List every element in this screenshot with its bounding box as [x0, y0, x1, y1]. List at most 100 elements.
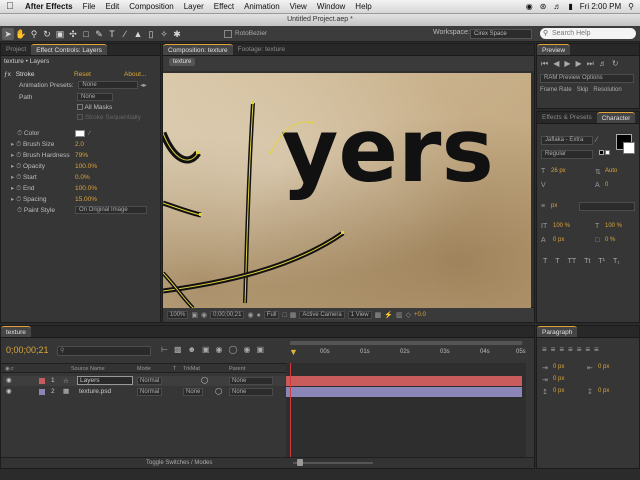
column-parent[interactable]: Parent	[229, 366, 245, 372]
zoom-slider-thumb[interactable]	[297, 459, 303, 466]
menu-layer[interactable]: Layer	[179, 2, 209, 11]
layer-mode-select[interactable]: Normal	[137, 377, 163, 385]
about-button[interactable]: About...	[124, 70, 146, 79]
disclosure-arrow-icon[interactable]: ▸	[11, 196, 14, 203]
status-icon[interactable]: ◉	[526, 2, 533, 11]
time-ruler[interactable]: 00s 01s 02s 03s 04s 05s ▼	[286, 339, 526, 363]
visibility-icon[interactable]: ◉	[6, 376, 12, 386]
comp-mini-flowchart-icon[interactable]: ⊢	[161, 345, 168, 354]
stopwatch-icon[interactable]: ⏱	[17, 130, 22, 137]
camera-select[interactable]: Active Camera	[299, 311, 345, 319]
justify-last-left-icon[interactable]: ≡	[568, 345, 573, 354]
disclosure-arrow-icon[interactable]: ▸	[11, 152, 14, 159]
column-source-name[interactable]: Source Name	[71, 366, 105, 372]
space-after-value[interactable]: 0 px	[598, 388, 609, 394]
search-help-input[interactable]: ⚲ Search Help	[540, 28, 636, 39]
draft-3d-icon[interactable]: ▩	[174, 345, 182, 354]
brush-tool-icon[interactable]: ∕	[119, 28, 131, 40]
snapshot-icon[interactable]: ◉	[201, 311, 207, 319]
rotobezier-checkbox[interactable]	[224, 29, 232, 38]
play-icon[interactable]: ▶	[564, 59, 570, 69]
clone-stamp-tool-icon[interactable]: ▲	[132, 28, 144, 40]
indent-left-value[interactable]: 0 px	[553, 364, 564, 370]
tab-footage[interactable]: Footage: texture	[233, 44, 290, 55]
mask-vertex[interactable]	[196, 151, 199, 154]
motion-blur-icon[interactable]: ◉	[216, 345, 223, 354]
apple-icon[interactable]: 	[0, 1, 20, 12]
layer-row-2[interactable]: ◉ 2 ▩ texture.psd Normal None ◯ None	[3, 387, 285, 397]
tab-effect-controls[interactable]: Effect Controls: Layers	[31, 44, 107, 55]
current-time-display[interactable]: 0;00;00;21	[210, 311, 245, 319]
eyedropper-icon[interactable]: ∕	[596, 135, 597, 144]
property-spacing-value[interactable]: 15.00%	[75, 195, 97, 204]
menu-animation[interactable]: Animation	[239, 2, 285, 11]
tracking-value[interactable]: 0	[605, 182, 608, 188]
stopwatch-icon[interactable]: ⏱	[16, 141, 21, 148]
visibility-icon[interactable]: ◉	[6, 387, 12, 397]
loop-icon[interactable]: ↻	[612, 59, 619, 69]
tab-timeline-texture[interactable]: texture	[1, 326, 31, 337]
align-left-icon[interactable]: ≡	[542, 345, 547, 354]
battery-icon[interactable]: ▮	[568, 2, 572, 11]
stroke-width-unit[interactable]: px	[551, 203, 557, 209]
disclosure-arrow-icon[interactable]: ▸	[11, 163, 14, 170]
menu-app-name[interactable]: After Effects	[20, 2, 78, 11]
superscript-icon[interactable]: T¹	[598, 258, 605, 265]
timeline-track-area[interactable]	[286, 363, 526, 463]
tab-character[interactable]: Character	[596, 112, 636, 123]
volume-icon[interactable]: ♬	[553, 2, 561, 11]
zoom-select[interactable]: 100%	[167, 311, 189, 319]
tab-effects-presets[interactable]: Effects & Presets	[537, 112, 597, 123]
menu-clock[interactable]: Fri 2:00 PM	[580, 2, 621, 11]
column-mode[interactable]: Mode	[137, 366, 151, 372]
column-trkmat[interactable]: TrkMat	[183, 366, 200, 372]
zoom-slider[interactable]	[293, 462, 373, 464]
indent-first-line-value[interactable]: 0 px	[553, 376, 564, 382]
layer-row-1[interactable]: ◉ 1 ☆ Layers Normal ◯ None	[3, 376, 285, 386]
fx-icon[interactable]: ƒx	[4, 71, 11, 78]
justify-last-center-icon[interactable]: ≡	[577, 345, 582, 354]
graph-editor-icon[interactable]: ◯	[229, 345, 238, 354]
camera-tool-icon[interactable]: ▣	[54, 28, 66, 40]
mask-vertex[interactable]	[269, 151, 272, 154]
menu-view[interactable]: View	[285, 2, 312, 11]
disclosure-arrow-icon[interactable]: ▸	[11, 141, 14, 148]
timeline-timecode[interactable]: 0;00;00;21	[6, 345, 49, 355]
eyedropper-icon[interactable]: ∕	[89, 129, 90, 138]
audio-icon[interactable]: ♬	[599, 59, 607, 69]
subtab-texture[interactable]: texture	[169, 58, 196, 66]
wifi-icon[interactable]: ⊛	[540, 2, 547, 11]
leading-value[interactable]: Auto	[605, 168, 617, 174]
faux-italic-icon[interactable]: T	[555, 258, 559, 265]
work-area-bar[interactable]	[290, 341, 522, 345]
layer-parent-select[interactable]: None	[229, 388, 273, 396]
layer-trkmat-select[interactable]: None	[183, 388, 204, 396]
vertical-scale-value[interactable]: 100 %	[553, 223, 570, 229]
layer-bar-2[interactable]	[286, 387, 522, 397]
animation-presets-select[interactable]: None	[78, 81, 139, 90]
current-time-indicator[interactable]	[290, 363, 291, 463]
rotation-tool-icon[interactable]: ↻	[41, 28, 53, 40]
rectangle-tool-icon[interactable]: □	[80, 28, 92, 40]
region-of-interest-icon[interactable]: □	[282, 312, 286, 319]
views-select[interactable]: 1 View	[347, 311, 372, 319]
stopwatch-icon[interactable]: ⏱	[16, 163, 21, 170]
composition-viewer[interactable]: yers	[163, 73, 531, 308]
stopwatch-icon[interactable]: ⏱	[16, 174, 21, 181]
path-select[interactable]: None	[77, 93, 113, 101]
property-brush-hardness-value[interactable]: 79%	[75, 151, 88, 160]
mask-vertex[interactable]	[341, 231, 344, 234]
layer-name[interactable]: texture.psd	[79, 387, 111, 397]
tab-project[interactable]: Project	[1, 44, 31, 55]
mask-vertex[interactable]	[311, 121, 314, 124]
preset-arrows-icon[interactable]: ◂▸	[140, 82, 147, 89]
tab-preview[interactable]: Preview	[537, 44, 571, 55]
workspace-select[interactable]: Cirex Space	[470, 29, 532, 39]
stopwatch-icon[interactable]: ⏱	[16, 196, 21, 203]
small-caps-icon[interactable]: Tt	[584, 258, 590, 265]
layer-bar-1[interactable]	[286, 376, 522, 386]
eraser-tool-icon[interactable]: ▯	[145, 28, 157, 40]
color-swatch[interactable]	[75, 130, 85, 137]
stopwatch-icon[interactable]: ⏱	[17, 207, 22, 214]
layer-mode-select[interactable]: Normal	[137, 388, 163, 396]
